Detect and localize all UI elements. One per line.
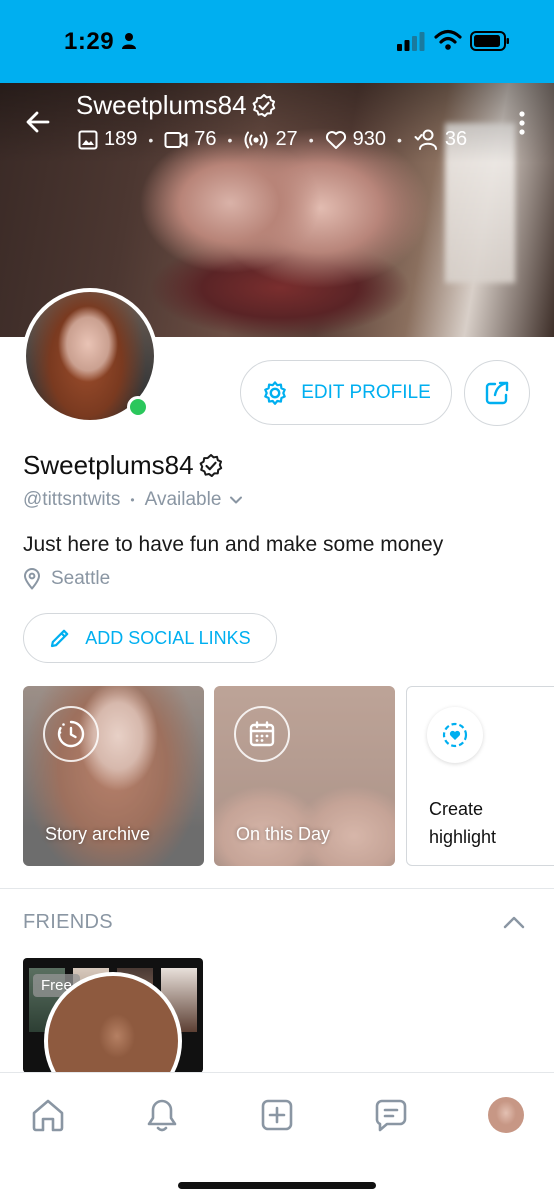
- profile-bio: Just here to have fun and make some mone…: [23, 533, 444, 556]
- stat-likes: 930: [325, 128, 386, 151]
- header-title: Sweetplums84: [76, 90, 277, 121]
- bottom-nav: [0, 1072, 554, 1200]
- heart-circle-icon: [427, 707, 483, 763]
- back-button[interactable]: [24, 108, 52, 136]
- highlight-on-this-day[interactable]: On this Day: [214, 686, 395, 866]
- video-icon: [164, 131, 188, 148]
- stat-videos: 76: [164, 128, 217, 151]
- online-status-indicator: [127, 396, 149, 418]
- highlight-label: On this Day: [236, 824, 331, 844]
- create-highlight-button[interactable]: Create highlight: [406, 686, 554, 866]
- wifi-icon: [434, 29, 462, 56]
- availability-label: Available: [144, 489, 222, 510]
- gear-icon: [264, 380, 287, 405]
- more-options-button[interactable]: [512, 108, 532, 138]
- pencil-icon: [51, 629, 69, 648]
- image-icon: [78, 130, 98, 149]
- share-button[interactable]: [464, 360, 530, 426]
- verified-icon: [252, 93, 275, 117]
- arrow-left-icon: [26, 111, 50, 133]
- nav-new-post[interactable]: [257, 1095, 297, 1135]
- plus-square-icon: [261, 1099, 293, 1131]
- availability-dropdown[interactable]: Available: [145, 489, 244, 511]
- status-time: 1:29: [64, 28, 115, 55]
- header-stats: 189 • 76 • 27 • 930 • 36: [78, 128, 467, 151]
- verified-icon: [199, 453, 222, 477]
- profile-location: Seattle: [23, 568, 110, 590]
- home-icon: [32, 1099, 64, 1132]
- person-icon: [121, 32, 137, 55]
- edit-profile-button[interactable]: EDIT PROFILE: [240, 360, 452, 425]
- friends-collapse-button[interactable]: [501, 910, 527, 936]
- handle-row: @tittsntwits • Available: [23, 489, 243, 511]
- profile-name: Sweetplums84: [23, 450, 224, 481]
- add-social-links-button[interactable]: ADD SOCIAL LINKS: [23, 613, 277, 663]
- fans-icon: [414, 129, 437, 150]
- chevron-up-icon: [503, 916, 525, 929]
- section-divider: [0, 888, 554, 889]
- share-icon: [485, 381, 509, 405]
- chevron-down-icon: [230, 496, 243, 504]
- stat-photos: 189: [78, 128, 137, 151]
- chat-icon: [375, 1099, 407, 1132]
- signal-icon: [397, 31, 425, 56]
- battery-icon: [470, 31, 510, 56]
- nav-messages[interactable]: [371, 1095, 411, 1135]
- stat-streams: 27: [243, 128, 298, 151]
- calendar-icon: [234, 706, 290, 762]
- highlight-story-archive[interactable]: Story archive: [23, 686, 204, 866]
- home-indicator: [178, 1182, 376, 1189]
- stat-fans: 36: [413, 128, 467, 151]
- location-label: Seattle: [51, 568, 111, 589]
- friends-section-title: FRIENDS: [23, 911, 113, 933]
- status-bar: 1:29: [0, 0, 554, 83]
- nav-profile-avatar[interactable]: [488, 1097, 524, 1133]
- location-pin-icon: [24, 568, 40, 590]
- more-vertical-icon: [519, 111, 525, 135]
- profile-handle: @tittsntwits: [23, 489, 121, 510]
- nav-notifications[interactable]: [142, 1095, 182, 1135]
- highlight-label: Story archive: [45, 824, 151, 844]
- edit-profile-label: EDIT PROFILE: [301, 381, 431, 403]
- clock-icon: [43, 706, 99, 762]
- create-highlight-label: Create highlight: [429, 799, 497, 847]
- bell-icon: [147, 1099, 177, 1132]
- nav-home[interactable]: [28, 1095, 68, 1135]
- broadcast-icon: [244, 131, 268, 148]
- header-display-name: Sweetplums84: [76, 90, 247, 120]
- add-social-links-label: ADD SOCIAL LINKS: [85, 627, 251, 648]
- profile-display-name: Sweetplums84: [23, 450, 194, 480]
- heart-icon: [325, 130, 346, 149]
